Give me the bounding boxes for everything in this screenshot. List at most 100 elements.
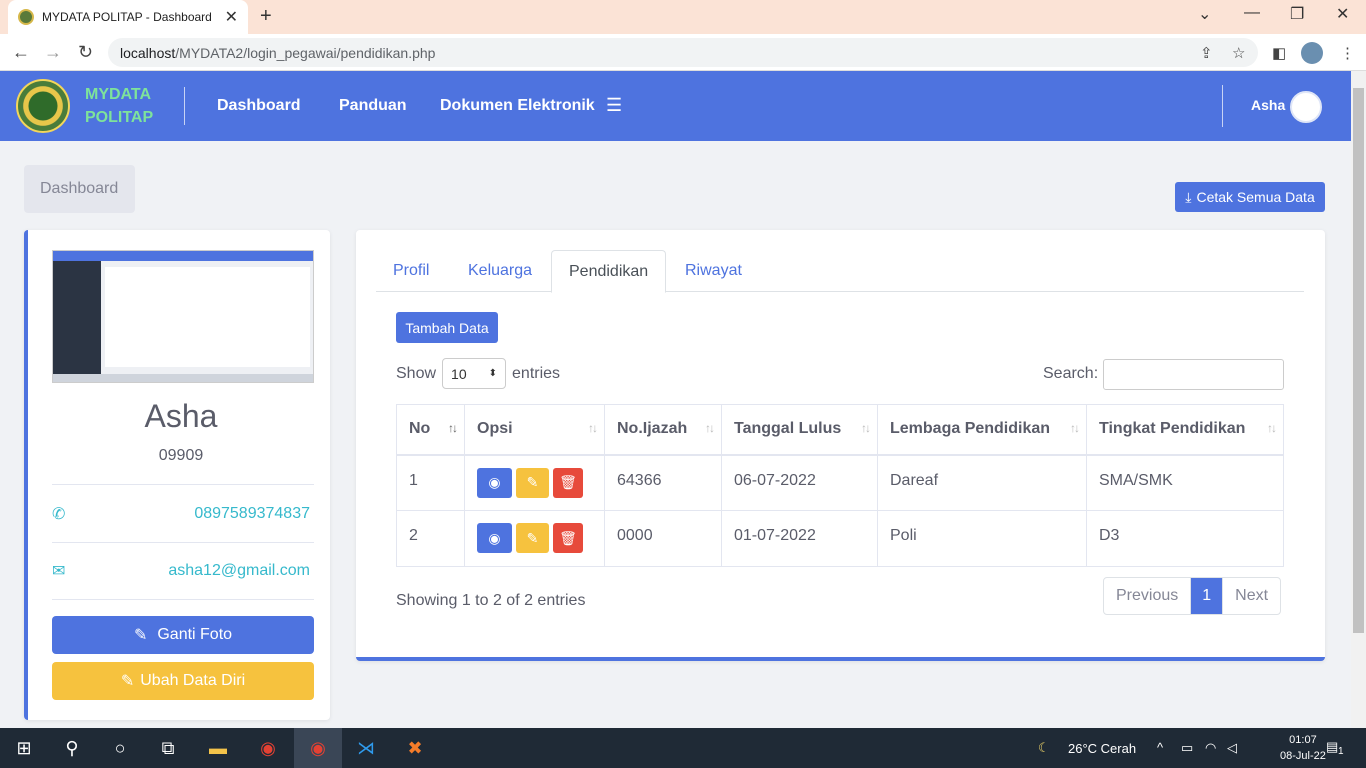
select-arrows-icon: ⬍	[488, 368, 498, 379]
search-icon[interactable]: ⚲	[60, 736, 84, 760]
pagination-page-1[interactable]: 1	[1191, 578, 1224, 614]
table-row: 1 ◉ ✎ 🗑 64366 06-07-2022 Dareaf SMA/SMK	[396, 454, 1284, 511]
delete-button[interactable]: 🗑	[553, 523, 583, 553]
add-data-button[interactable]: Tambah Data	[396, 312, 498, 343]
col-ijazah[interactable]: No.Ijazah ↑↓	[604, 404, 722, 456]
cell-ijazah: 64366	[604, 454, 722, 511]
tab-riwayat[interactable]: Riwayat	[668, 250, 759, 292]
vscode-icon[interactable]: ⋊	[354, 736, 378, 760]
brand-line-1: MYDATA	[85, 86, 152, 103]
close-window-icon[interactable]: ✕	[1336, 4, 1349, 24]
volume-icon[interactable]: ◁	[1227, 740, 1237, 756]
clock-time: 01:07	[1289, 734, 1317, 746]
view-button[interactable]: ◉	[477, 523, 512, 553]
side-panel-icon[interactable]: ◧	[1272, 44, 1286, 62]
profile-avatar-icon[interactable]	[1301, 42, 1323, 64]
col-tanggal[interactable]: Tanggal Lulus ↑↓	[721, 404, 878, 456]
back-icon[interactable]: ←	[12, 42, 30, 63]
user-avatar[interactable]	[1290, 91, 1322, 123]
task-view-icon[interactable]: ⧉	[156, 736, 180, 760]
col-lembaga[interactable]: Lembaga Pendidikan ↑↓	[877, 404, 1087, 456]
pagination-previous[interactable]: Previous	[1104, 578, 1192, 614]
windows-start-icon[interactable]: ⊞	[12, 736, 36, 760]
notification-icon[interactable]: ▤	[1326, 739, 1338, 755]
minimize-icon[interactable]: —	[1244, 4, 1260, 22]
cell-actions: ◉ ✎ 🗑	[464, 510, 605, 567]
envelope-icon: ✉	[52, 563, 66, 580]
user-name[interactable]: Asha	[1251, 97, 1285, 113]
col-opsi-label: Opsi	[477, 420, 513, 438]
cell-tanggal: 01-07-2022	[721, 510, 878, 567]
wifi-icon[interactable]: ◠	[1205, 740, 1216, 756]
tab-keluarga[interactable]: Keluarga	[451, 250, 549, 292]
menu-toggle-icon[interactable]: ☰	[606, 95, 622, 116]
view-button[interactable]: ◉	[477, 467, 512, 498]
edit-button[interactable]: ✎	[516, 523, 549, 553]
taskbar-clock[interactable]: 01:07 08-Jul-22	[1280, 732, 1326, 764]
page-scrollbar-thumb[interactable]	[1353, 88, 1364, 633]
eye-icon: ◉	[488, 474, 501, 490]
browser-tab[interactable]: MYDATA POLITAP - Dashboard ✕	[8, 0, 248, 34]
url-bar[interactable]: i localhost/MYDATA2/login_pegawai/pendid…	[108, 38, 1258, 414]
brand-line-2: POLITAP	[85, 109, 154, 126]
col-ijazah-label: No.Ijazah	[617, 420, 688, 438]
col-no-label: No	[409, 420, 431, 438]
chrome-icon[interactable]: ◉	[256, 736, 280, 760]
xampp-icon[interactable]: ✖	[403, 736, 427, 760]
pagination: Previous 1 Next	[1103, 577, 1282, 615]
col-tingkat[interactable]: Tingkat Pendidikan ↑↓	[1086, 404, 1284, 456]
file-explorer-icon[interactable]: ▬	[206, 736, 230, 760]
reload-icon[interactable]: ↻	[78, 42, 93, 63]
col-tanggal-label: Tanggal Lulus	[734, 420, 842, 438]
close-tab-icon[interactable]: ✕	[225, 7, 238, 27]
breadcrumb[interactable]: Dashboard	[24, 165, 135, 213]
profile-photo	[52, 250, 314, 383]
edit-profile-button[interactable]: ✎ Ubah Data Diri	[52, 662, 314, 700]
cell-tanggal: 06-07-2022	[721, 454, 878, 511]
pagination-next[interactable]: Next	[1223, 578, 1280, 614]
forward-icon[interactable]: →	[44, 42, 62, 63]
nav-dashboard[interactable]: Dashboard	[217, 97, 301, 115]
cell-no: 2	[396, 510, 465, 567]
print-all-button[interactable]: ⤓ Cetak Semua Data	[1175, 182, 1325, 212]
brand-title[interactable]: MYDATA POLITAP	[85, 83, 153, 129]
edit-button[interactable]: ✎	[516, 467, 549, 498]
restore-icon[interactable]: ❐	[1290, 4, 1304, 24]
navbar-divider	[184, 87, 185, 125]
notification-count: 1	[1338, 746, 1344, 757]
cell-tingkat: D3	[1086, 510, 1284, 567]
col-no[interactable]: No ↑↓	[396, 404, 465, 456]
trash-icon: 🗑	[559, 529, 577, 546]
politap-logo[interactable]	[16, 79, 70, 133]
delete-button[interactable]: 🗑	[553, 467, 583, 498]
entries-select-value: 10	[451, 365, 467, 382]
chrome-profile-icon[interactable]: ◉	[306, 736, 330, 760]
weather-text[interactable]: 26°C Cerah	[1068, 741, 1136, 756]
edit-icon: ✎	[526, 474, 539, 490]
divider	[52, 599, 314, 600]
bookmark-star-icon[interactable]: ☆	[1232, 44, 1245, 62]
tab-profil[interactable]: Profil	[376, 250, 446, 292]
trash-icon: 🗑	[559, 474, 577, 490]
entries-select[interactable]: 10 ⬍	[442, 358, 507, 389]
new-tab-icon[interactable]: +	[260, 5, 272, 28]
tab-pendidikan[interactable]: Pendidikan	[551, 250, 667, 293]
search-input[interactable]	[1103, 359, 1284, 390]
tab-search-icon[interactable]: ⌄	[1198, 4, 1211, 24]
table-info: Showing 1 to 2 of 2 entries	[396, 592, 586, 609]
nav-dokumen-elektronik[interactable]: Dokumen Elektronik	[440, 97, 595, 115]
col-opsi[interactable]: Opsi ↑↓	[464, 404, 605, 456]
nav-panduan[interactable]: Panduan	[339, 97, 407, 115]
photo-taskbar	[53, 374, 313, 382]
browser-tab-strip: MYDATA POLITAP - Dashboard ✕ + ⌄ — ❐ ✕	[0, 0, 1366, 34]
tray-chevron-icon[interactable]: ^	[1157, 740, 1163, 755]
print-all-label: Cetak Semua Data	[1196, 189, 1315, 205]
cell-lembaga: Poli	[877, 510, 1087, 567]
change-photo-button[interactable]: ✎ Ganti Foto	[52, 616, 314, 654]
browser-menu-icon[interactable]: ⋮	[1340, 44, 1355, 62]
battery-icon[interactable]: ▭	[1181, 740, 1193, 756]
url-path: /MYDATA2/login_pegawai/pendidikan.php	[175, 44, 436, 61]
share-icon[interactable]: ⇪	[1200, 44, 1213, 62]
phone-icon: ✆	[52, 506, 66, 523]
cortana-icon[interactable]: ○	[108, 736, 132, 760]
